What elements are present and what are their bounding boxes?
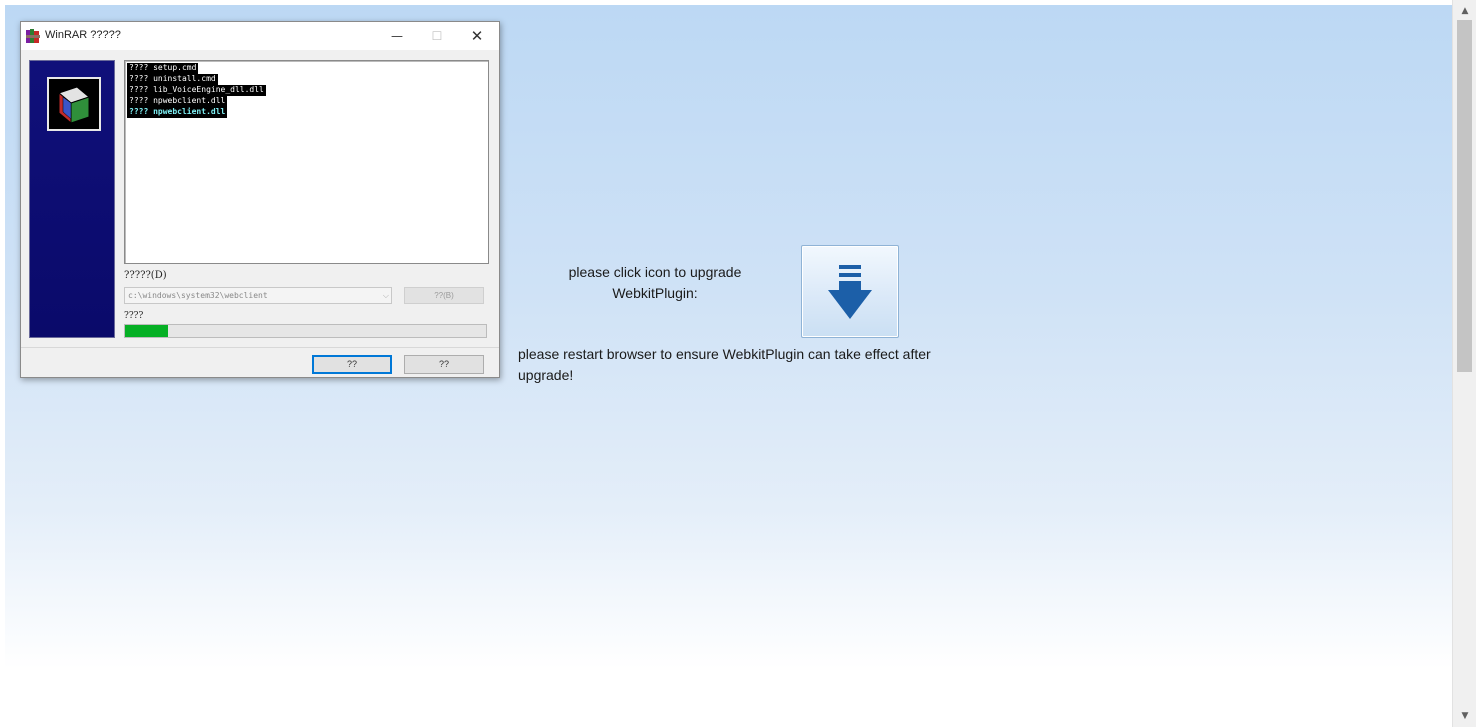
scroll-down-icon[interactable]: ▼ (1453, 708, 1476, 725)
progress-label: ???? (124, 311, 144, 321)
log-line: ???? uninstall.cmd (127, 74, 218, 85)
extraction-log: ???? setup.cmd ???? uninstall.cmd ???? l… (124, 60, 489, 264)
winrar-dialog: WinRAR ????? — ☐ ✕ ???? setup.cmd ???? u… (20, 21, 500, 378)
destination-path-field[interactable]: c:\windows\system32\webclient ⌵ (124, 287, 392, 304)
progress-bar (124, 324, 487, 338)
destination-path-value: c:\windows\system32\webclient (128, 291, 268, 300)
chevron-down-icon[interactable]: ⌵ (383, 288, 389, 303)
winrar-book-icon (57, 86, 91, 125)
log-line-active: ???? npwebclient.dll (127, 107, 228, 118)
winrar-logo (47, 77, 101, 131)
scroll-up-icon[interactable]: ▲ (1453, 3, 1476, 20)
log-line: ???? npwebclient.dll (127, 96, 228, 107)
winrar-books-icon (26, 29, 40, 43)
winrar-side-banner (29, 60, 115, 338)
upgrade-prompt: please click icon to upgrade WebkitPlugi… (568, 264, 742, 301)
restart-notice: please restart browser to ensure WebkitP… (518, 346, 931, 383)
page-top-border (0, 0, 1452, 5)
close-icon[interactable]: ✕ (459, 25, 495, 47)
log-line: ???? lib_VoiceEngine_dll.dll (127, 85, 266, 96)
destination-label: ?????(D) (124, 270, 167, 281)
browse-button[interactable]: ??(B) (404, 287, 484, 304)
scroll-thumb[interactable] (1457, 20, 1472, 372)
page-left-border (0, 0, 5, 727)
dialog-titlebar[interactable]: WinRAR ????? — ☐ ✕ (21, 22, 499, 50)
minimize-icon[interactable]: — (379, 25, 415, 47)
upgrade-plugin-button[interactable] (801, 245, 899, 338)
dialog-divider (21, 347, 499, 348)
progress-bar-fill (125, 325, 169, 337)
vertical-scrollbar[interactable]: ▲ ▼ (1452, 0, 1476, 727)
log-line: ???? setup.cmd (127, 63, 199, 74)
maximize-icon[interactable]: ☐ (419, 25, 455, 47)
ok-button[interactable]: ?? (312, 355, 392, 374)
download-arrow-icon (828, 265, 872, 319)
dialog-title: WinRAR ????? (45, 29, 121, 41)
cancel-button[interactable]: ?? (404, 355, 484, 374)
